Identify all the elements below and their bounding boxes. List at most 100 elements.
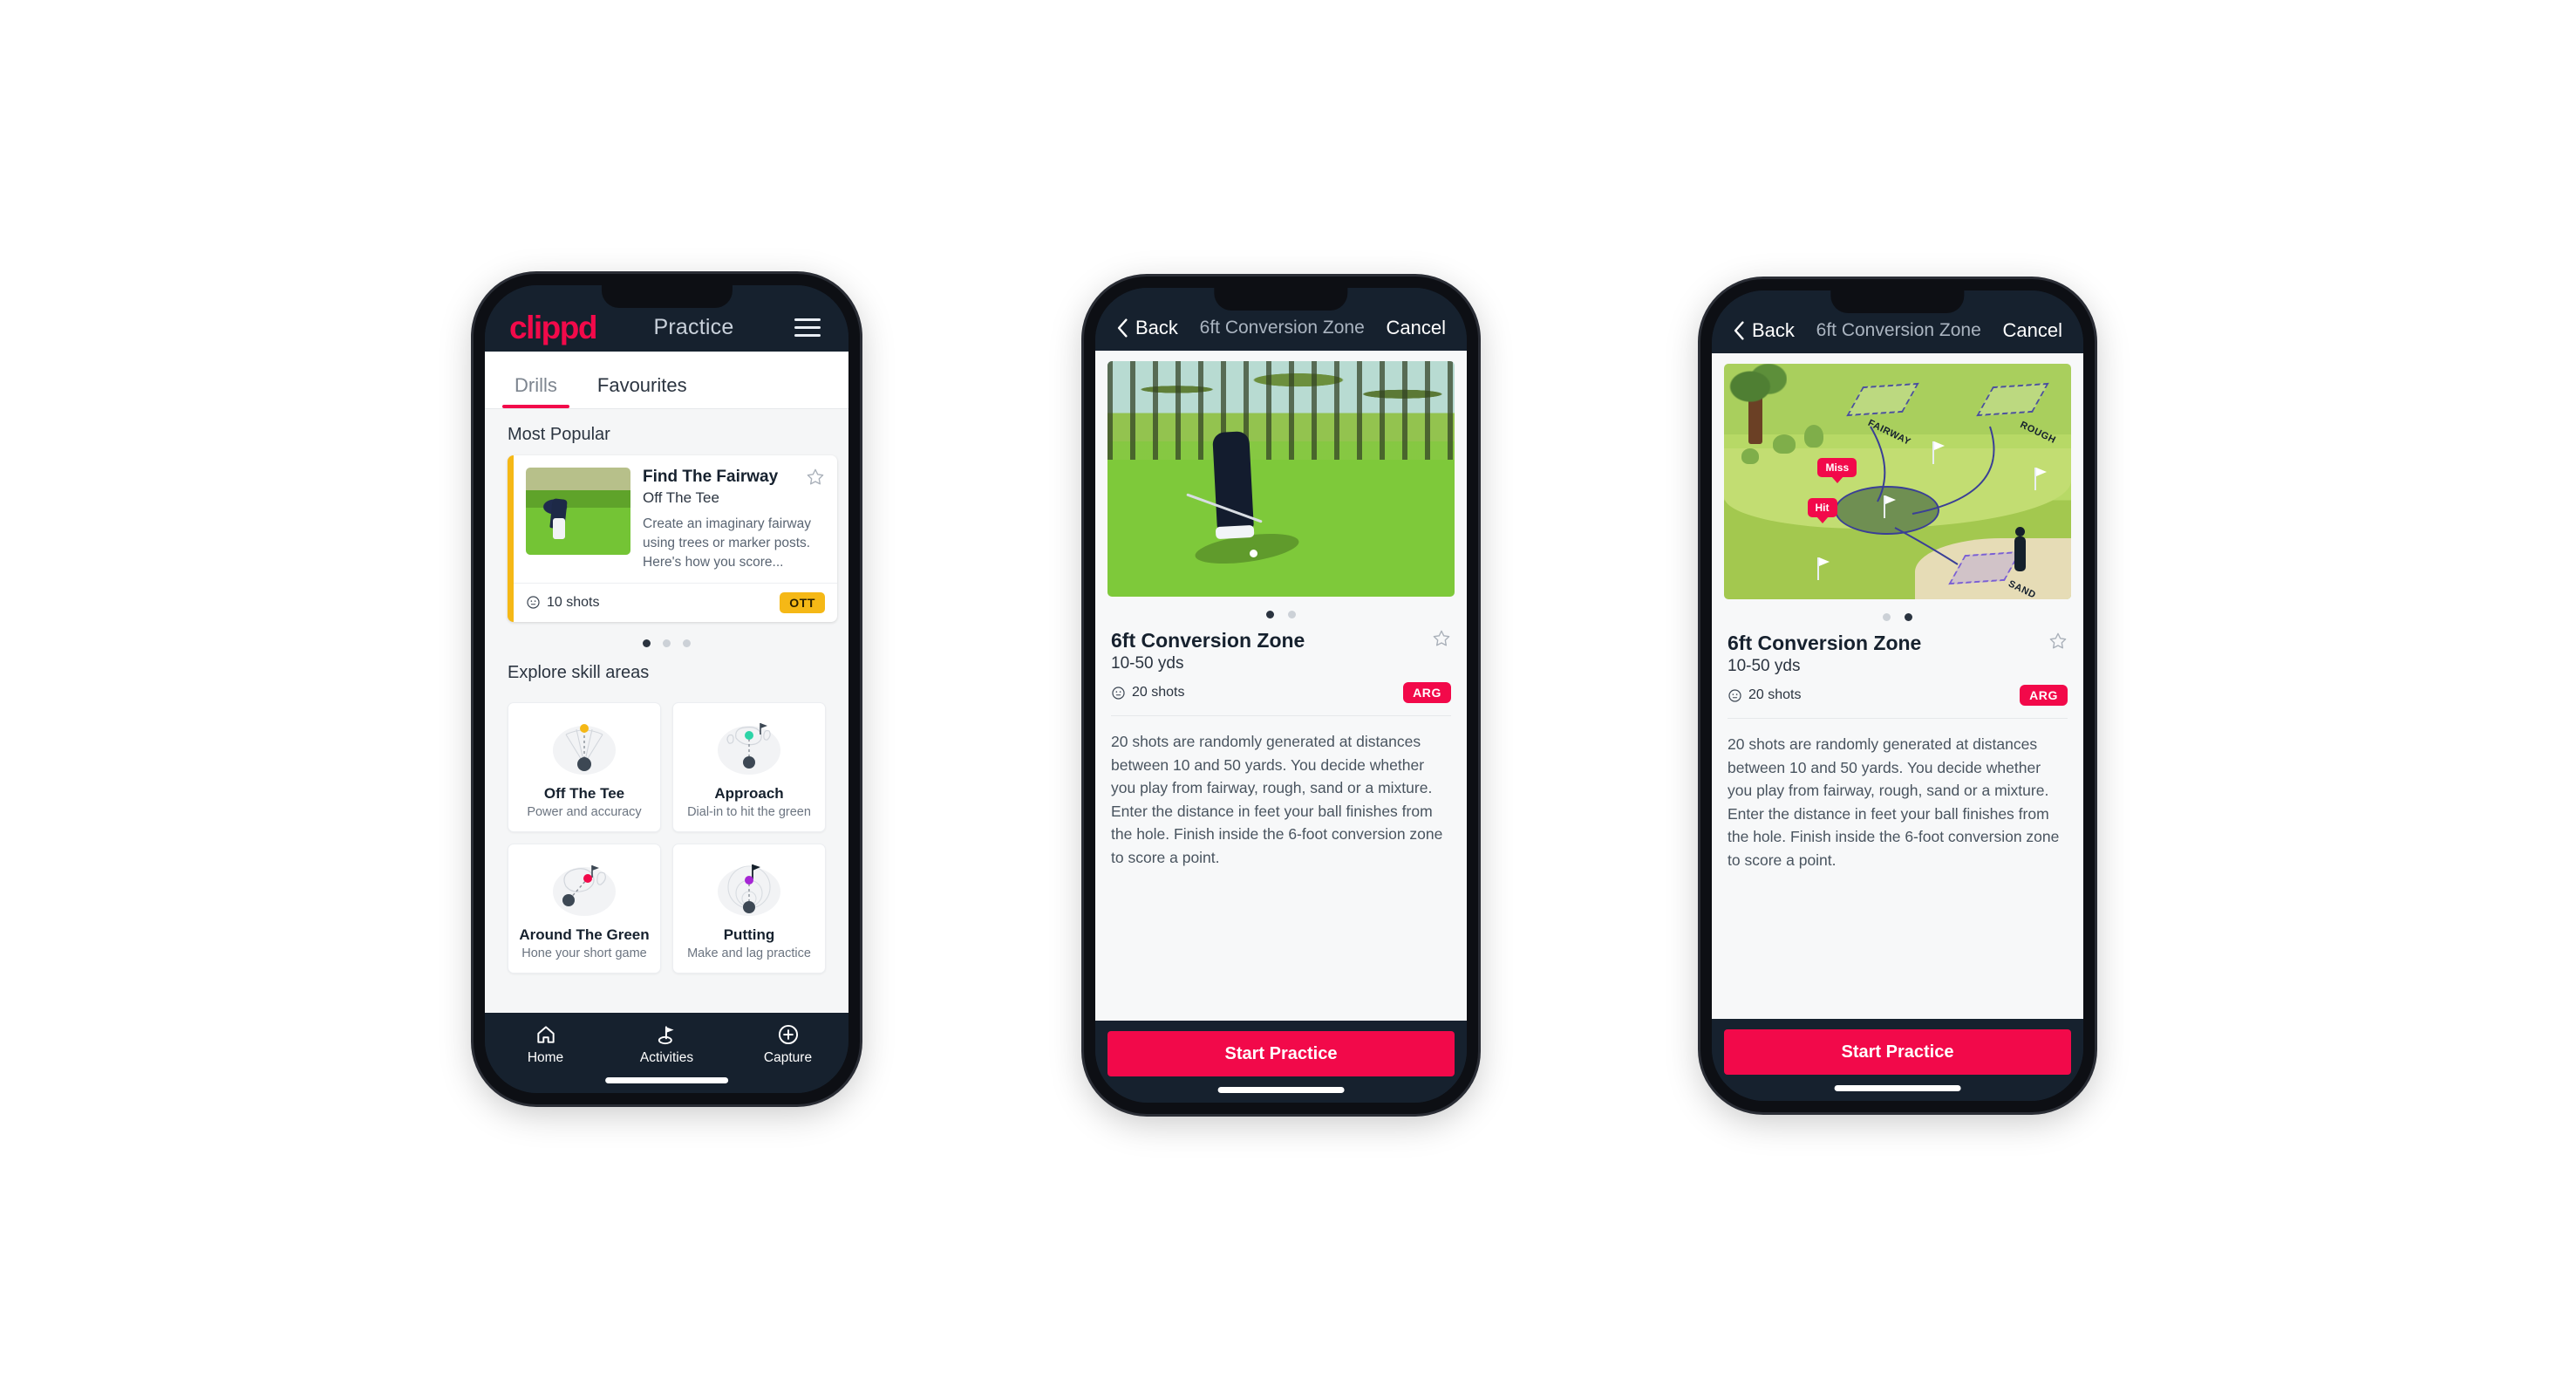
drill-yardage: 10-50 yds	[1728, 657, 1801, 675]
phone-drill-detail-map: Back 6ft Conversion Zone Cancel FAIRWAY …	[1700, 279, 2095, 1112]
drill-description: Create an imaginary fairway using trees …	[643, 516, 811, 570]
drill-badge-ott: OTT	[780, 591, 825, 613]
drill-shots: 20 shots	[1111, 685, 1184, 700]
skill-name: Approach	[714, 784, 784, 802]
nav-label: Activities	[639, 1050, 694, 1065]
detail-info: 6ft Conversion Zone 10-50 yds 20 shots A…	[1095, 625, 1467, 703]
back-label: Back	[1135, 317, 1178, 338]
plus-circle-icon	[778, 1024, 798, 1045]
drill-title: Find The Fairway	[643, 468, 779, 486]
carousel-dot-1[interactable]	[643, 639, 651, 647]
shot-trajectory-arrows	[1870, 426, 1995, 565]
skill-name: Off The Tee	[543, 784, 625, 802]
shots-clock-icon	[1112, 686, 1125, 700]
nav-item-home[interactable]: Home	[485, 1023, 606, 1066]
phone2-screen: Back 6ft Conversion Zone Cancel 6ft Conv…	[1095, 288, 1467, 1103]
phone-practice-list: clippd Practice Drills Favourites Most P…	[474, 274, 860, 1104]
chevron-left-icon	[1734, 321, 1744, 340]
drill-video-thumbnail[interactable]	[1107, 361, 1455, 597]
skill-name: Around The Green	[519, 926, 650, 943]
drill-card-text: Find The Fairway Off The Tee Create an i…	[643, 468, 825, 572]
skill-card-off-the-tee[interactable]: Off The Tee Power and accuracy	[508, 701, 661, 832]
flag-golf-icon	[658, 1026, 674, 1045]
detail-info: 6ft Conversion Zone 10-50 yds 20 shots A…	[1712, 628, 2083, 706]
media-dot-2[interactable]	[1905, 613, 1912, 621]
media-dot-1[interactable]	[1883, 613, 1891, 621]
tee-fan-icon	[515, 715, 653, 780]
star-outline-icon[interactable]	[1432, 629, 1451, 648]
start-practice-button[interactable]: Start Practice	[1107, 1031, 1455, 1076]
drill-shots-label: 20 shots	[1748, 687, 1802, 702]
drill-shots: 20 shots	[1728, 687, 1801, 703]
cancel-button[interactable]: Cancel	[1387, 317, 1446, 339]
drill-subtitle: Off The Tee	[643, 489, 719, 506]
skill-desc: Hone your short game	[521, 946, 647, 960]
skill-desc: Make and lag practice	[687, 946, 811, 960]
tab-drills[interactable]: Drills	[502, 374, 569, 408]
star-outline-icon[interactable]	[2048, 632, 2068, 651]
detail-title: 6ft Conversion Zone	[1816, 320, 1981, 340]
most-popular-heading: Most Popular	[508, 425, 610, 444]
page-title: Practice	[653, 314, 734, 339]
media-dots[interactable]	[1712, 599, 2083, 628]
tree-trunks	[1107, 361, 1455, 461]
drill-card-top: Find The Fairway Off The Tee Create an i…	[514, 455, 837, 583]
detail-meta: 20 shots ARG	[1728, 685, 2068, 706]
drill-shots-label: 10 shots	[547, 594, 600, 610]
media-dots[interactable]	[1095, 597, 1467, 625]
drill-thumbnail	[526, 468, 630, 555]
chevron-left-icon	[1117, 318, 1128, 338]
drill-carousel[interactable]: Find The Fairway Off The Tee Create an i…	[485, 455, 848, 622]
drill-badge-arg: ARG	[1403, 682, 1451, 703]
media-dot-1[interactable]	[1266, 611, 1274, 618]
start-practice-button[interactable]: Start Practice	[1724, 1029, 2071, 1075]
phone-drill-detail-video: Back 6ft Conversion Zone Cancel 6ft Conv…	[1084, 277, 1478, 1114]
tab-bar: Drills Favourites	[485, 352, 848, 409]
cancel-button[interactable]: Cancel	[2003, 319, 2062, 342]
drill-name: 6ft Conversion Zone	[1728, 632, 1922, 654]
skill-desc: Dial-in to hit the green	[687, 804, 811, 819]
phone3-screen: Back 6ft Conversion Zone Cancel FAIRWAY …	[1712, 290, 2083, 1101]
drill-badge-arg: ARG	[2020, 685, 2068, 706]
nav-item-activities[interactable]: Activities	[606, 1023, 727, 1066]
drill-card-footer: 10 shots OTT	[514, 582, 837, 622]
media-dot-2[interactable]	[1288, 611, 1296, 618]
detail-body: FAIRWAY ROUGH SAND Miss Hit 6ft Conversi…	[1712, 353, 2083, 1019]
carousel-dot-3[interactable]	[683, 639, 691, 647]
screenshot-canvas: clippd Practice Drills Favourites Most P…	[0, 0, 2576, 1387]
carousel-dots[interactable]	[485, 622, 848, 647]
skill-card-approach[interactable]: Approach Dial-in to hit the green	[672, 701, 826, 832]
course-illustration[interactable]: FAIRWAY ROUGH SAND Miss Hit	[1724, 364, 2071, 599]
detail-title: 6ft Conversion Zone	[1199, 318, 1365, 338]
home-icon	[536, 1026, 555, 1043]
drill-description: 20 shots are randomly generated at dista…	[1728, 735, 2060, 869]
explore-skill-areas-heading: Explore skill areas	[508, 662, 650, 682]
drill-name: 6ft Conversion Zone	[1111, 629, 1305, 652]
chip-green-icon	[515, 857, 653, 921]
skill-card-around-the-green[interactable]: Around The Green Hone your short game	[508, 843, 661, 974]
back-button[interactable]: Back	[1733, 319, 1795, 342]
drill-card[interactable]: Find The Fairway Off The Tee Create an i…	[508, 455, 837, 622]
star-outline-icon[interactable]	[806, 468, 825, 487]
tab-favourites[interactable]: Favourites	[590, 374, 694, 408]
skill-desc: Power and accuracy	[527, 804, 642, 819]
nav-label: Home	[527, 1050, 564, 1065]
nav-item-capture[interactable]: Capture	[727, 1023, 848, 1066]
carousel-dot-2[interactable]	[663, 639, 671, 647]
clippd-logo[interactable]: clippd	[509, 311, 597, 344]
putting-rings-icon	[680, 857, 818, 921]
back-button[interactable]: Back	[1116, 317, 1178, 339]
skill-name: Putting	[723, 926, 775, 943]
home-indicator	[1217, 1087, 1345, 1093]
hamburger-icon[interactable]	[791, 315, 824, 340]
detail-meta: 20 shots ARG	[1111, 682, 1451, 703]
phone-notch	[1214, 288, 1348, 311]
detail-body: 6ft Conversion Zone 10-50 yds 20 shots A…	[1095, 351, 1467, 1021]
skill-card-putting[interactable]: Putting Make and lag practice	[672, 843, 826, 974]
approach-green-icon	[680, 715, 818, 780]
drill-yardage: 10-50 yds	[1111, 654, 1184, 673]
home-indicator	[1834, 1085, 1961, 1091]
shots-clock-icon	[527, 596, 540, 609]
skill-area-grid: Off The Tee Power and accuracy Approach …	[485, 694, 848, 974]
home-indicator	[604, 1077, 729, 1083]
